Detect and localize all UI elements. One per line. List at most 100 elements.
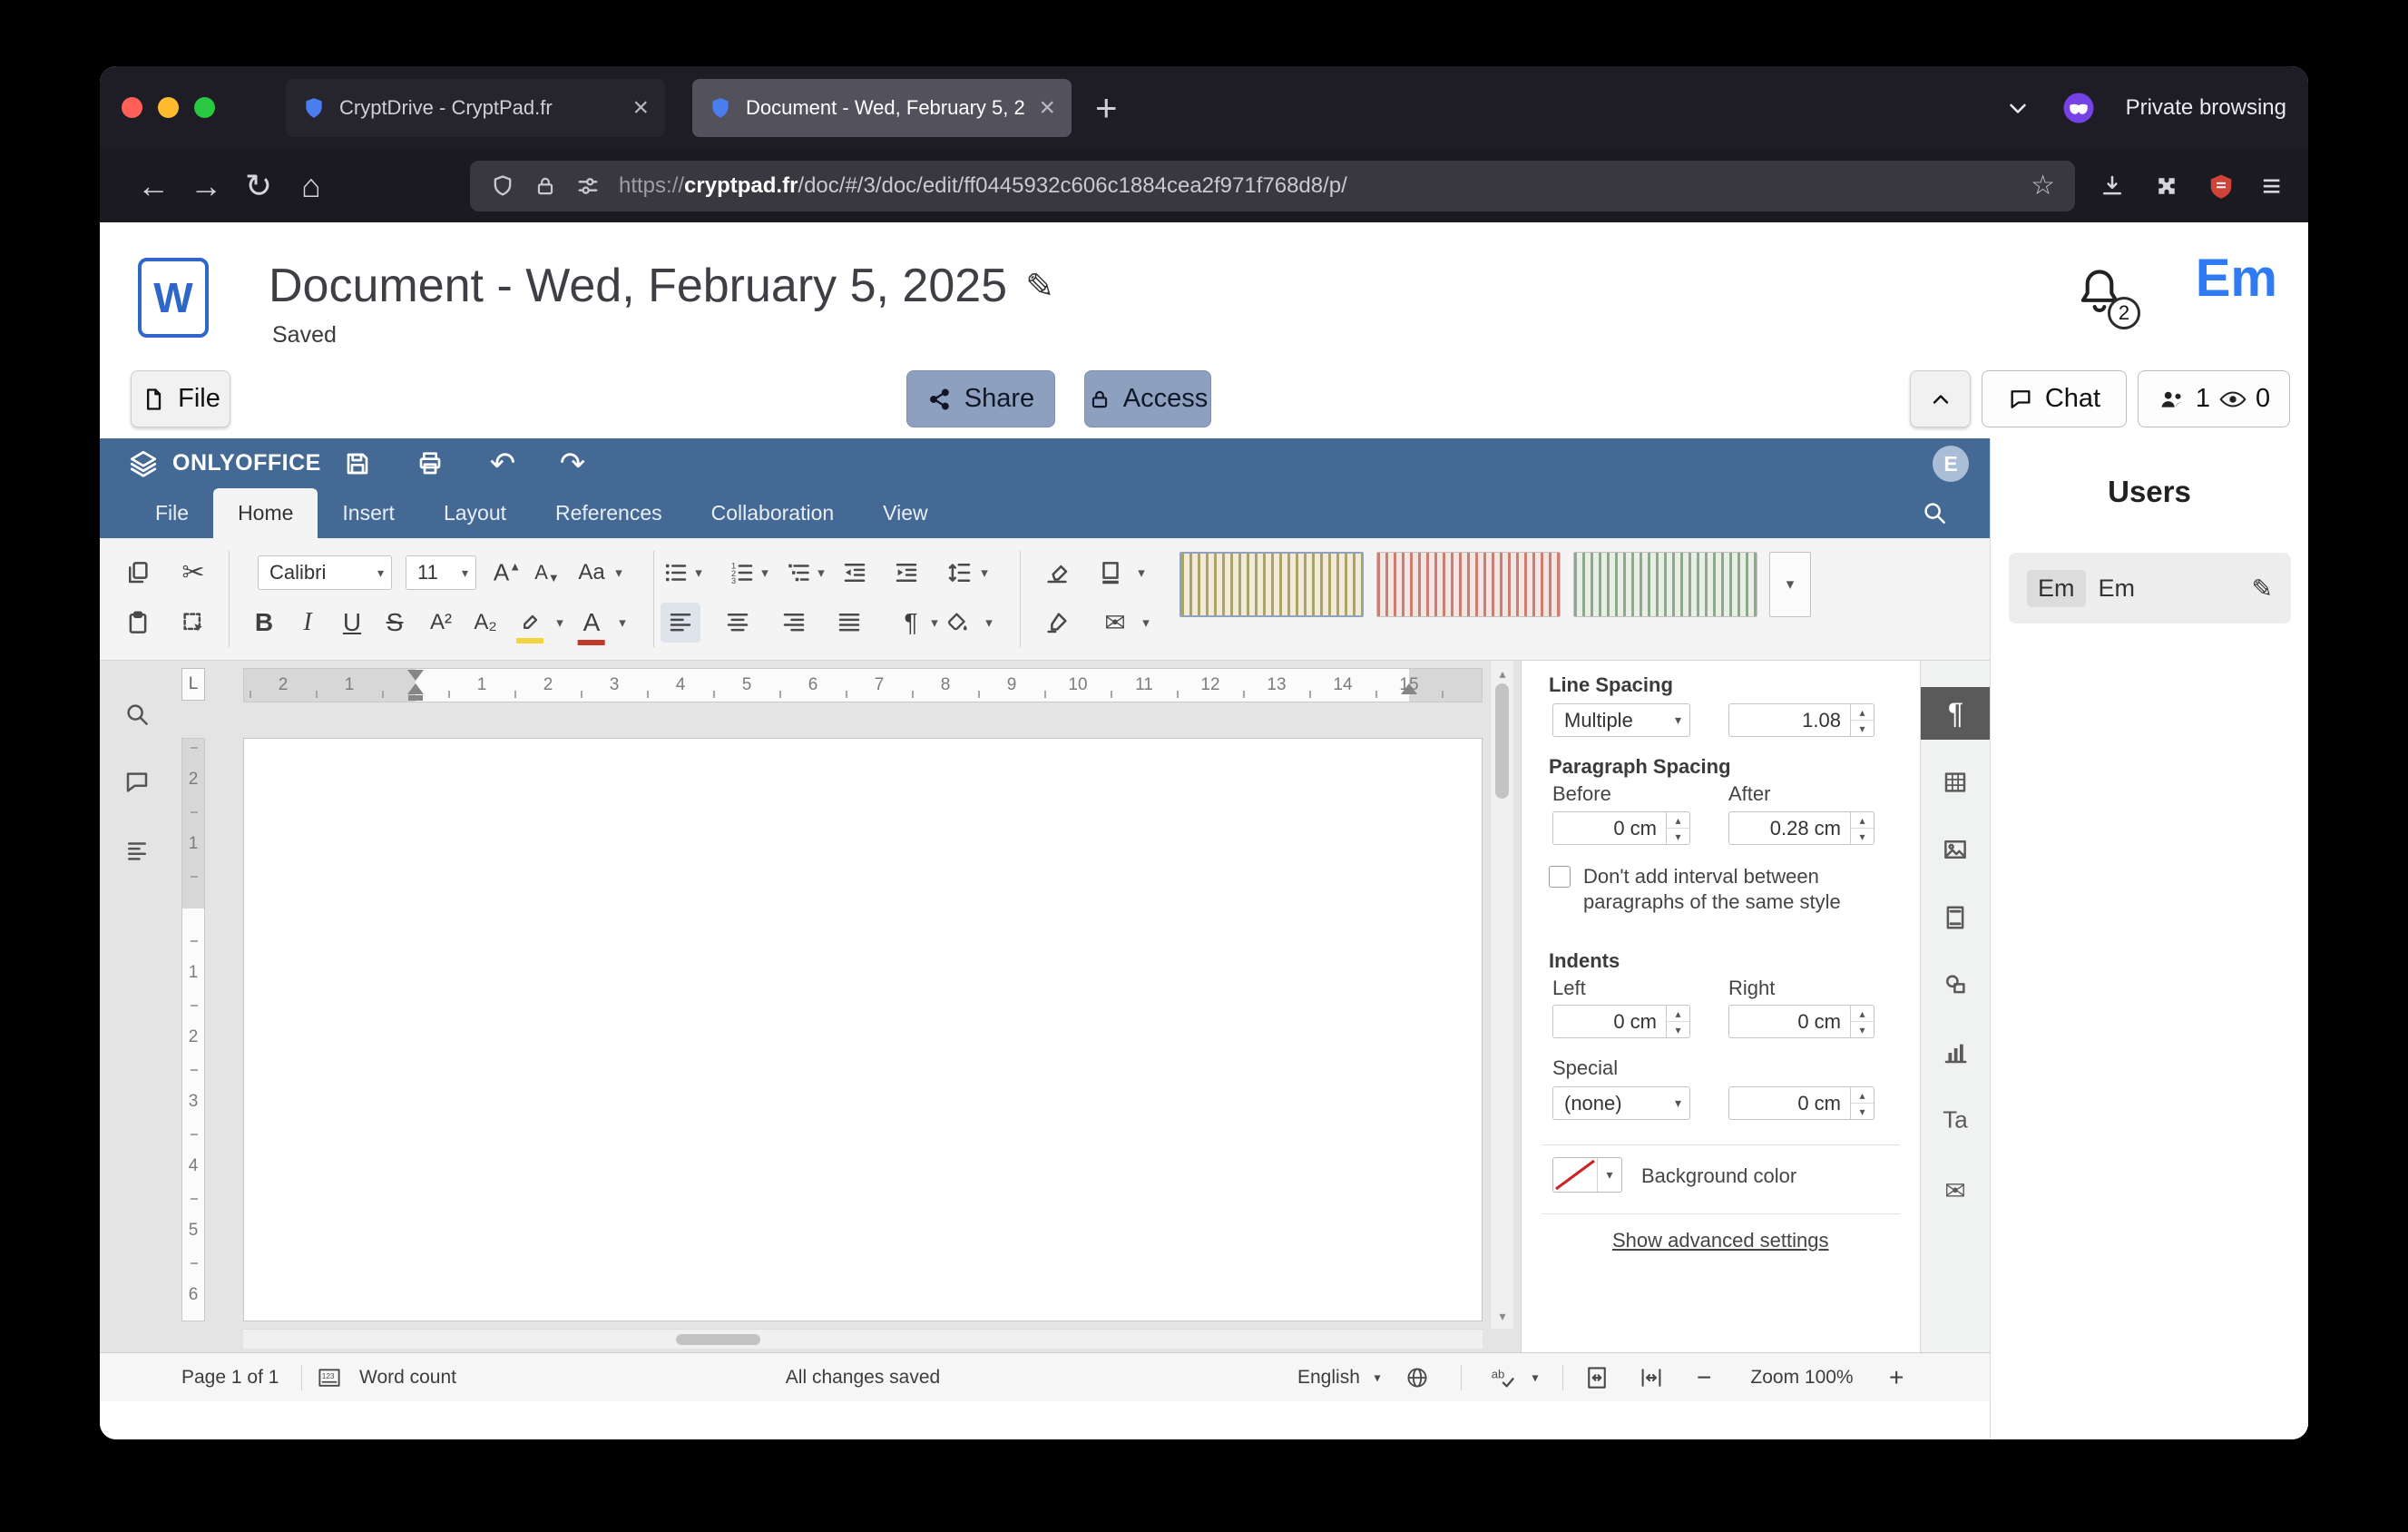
list-all-tabs-chevron-icon[interactable]	[2004, 94, 2031, 122]
scroll-down-icon[interactable]: ▾	[1491, 1305, 1514, 1327]
new-tab-button[interactable]: +	[1095, 89, 1118, 127]
editor-search-icon[interactable]	[1921, 499, 1948, 526]
tracking-protection-shield-icon[interactable]	[490, 173, 515, 199]
word-count-icon[interactable]: 123	[316, 1364, 343, 1391]
file-button[interactable]: File	[131, 370, 230, 427]
spell-check-icon[interactable]: ab	[1488, 1364, 1515, 1391]
paste-icon[interactable]	[124, 609, 152, 636]
hamburger-menu-icon[interactable]: ≡	[2262, 167, 2281, 205]
zoom-out-button[interactable]: −	[1697, 1363, 1711, 1392]
user-list-item[interactable]: Em Em ✎	[2009, 553, 2291, 624]
decrease-indent-icon[interactable]	[841, 559, 868, 586]
tab-close-icon[interactable]: ×	[632, 94, 649, 122]
minimize-window-button[interactable]	[158, 97, 179, 118]
menu-file[interactable]: File	[131, 488, 213, 538]
style-preview-heading[interactable]	[1573, 552, 1757, 617]
vertical-scrollbar[interactable]: ▴ ▾	[1490, 661, 1513, 1329]
first-line-indent-marker[interactable]	[407, 670, 424, 681]
horizontal-scrollbar-thumb[interactable]	[676, 1334, 760, 1345]
tab-document[interactable]: Document - Wed, February 5, 2 ×	[692, 79, 1072, 137]
menu-insert[interactable]: Insert	[318, 488, 419, 538]
bookmark-star-icon[interactable]: ☆	[2031, 170, 2055, 201]
special-amount-input[interactable]: 0 cm▴▾	[1728, 1086, 1875, 1120]
style-preview-no-spacing[interactable]	[1376, 552, 1561, 617]
shading-bucket-icon[interactable]	[945, 610, 970, 635]
vertical-ruler[interactable]: 12123456	[181, 738, 205, 1321]
close-window-button[interactable]	[122, 97, 142, 118]
align-left-button[interactable]	[661, 603, 700, 643]
highlight-color-button[interactable]	[517, 610, 543, 635]
increase-indent-icon[interactable]	[893, 559, 920, 586]
align-center-button[interactable]	[724, 609, 751, 636]
horizontal-ruler[interactable]: 12123456789101112131415	[243, 668, 1483, 702]
ublock-origin-icon[interactable]	[2207, 172, 2235, 200]
header-footer-settings-tab[interactable]	[1942, 904, 1969, 931]
change-case-icon[interactable]: Aa	[578, 560, 604, 585]
comments-icon[interactable]	[123, 769, 151, 796]
account-avatar[interactable]: Em	[2196, 248, 2277, 309]
style-gallery-expand-icon[interactable]: ▾	[1769, 552, 1811, 617]
font-color-button[interactable]: A	[583, 608, 601, 637]
find-icon[interactable]	[123, 701, 151, 728]
bold-button[interactable]: B	[255, 608, 273, 637]
address-bar[interactable]: https://cryptpad.fr/doc/#/3/doc/edit/ff0…	[470, 161, 2075, 211]
permissions-sliders-icon[interactable]	[575, 173, 601, 199]
edit-user-name-icon[interactable]: ✎	[2252, 574, 2273, 604]
decrease-font-icon[interactable]: A▼	[534, 561, 560, 584]
page-color-icon[interactable]	[1097, 559, 1124, 586]
line-spacing-icon[interactable]	[946, 559, 974, 586]
collapse-toolbar-button[interactable]	[1910, 370, 1971, 427]
table-settings-tab[interactable]	[1942, 769, 1969, 796]
font-size-select[interactable]: 11▾	[406, 555, 476, 590]
numbered-list-icon[interactable]: 123	[729, 559, 756, 586]
indent-left-input[interactable]: 0 cm▴▾	[1552, 1005, 1690, 1038]
copy-icon[interactable]	[124, 559, 152, 586]
word-count-label[interactable]: Word count	[359, 1367, 456, 1389]
multilevel-list-icon[interactable]	[785, 559, 812, 586]
mail-merge-envelope-icon[interactable]: ✉	[1104, 608, 1125, 638]
special-select[interactable]: (none)▾	[1552, 1086, 1690, 1120]
italic-button[interactable]: I	[303, 608, 311, 637]
url-text[interactable]: https://cryptpad.fr/doc/#/3/doc/edit/ff0…	[619, 173, 2012, 199]
spell-check-dropdown-icon[interactable]: ▾	[1532, 1370, 1538, 1385]
background-color-picker[interactable]: ▾	[1552, 1157, 1622, 1193]
superscript-button[interactable]: A²	[430, 610, 452, 635]
no-interval-checkbox[interactable]	[1549, 866, 1571, 888]
bullet-list-icon[interactable]	[662, 559, 690, 586]
access-button[interactable]: Access	[1084, 370, 1211, 427]
indent-right-input[interactable]: 0 cm▴▾	[1728, 1005, 1875, 1038]
menu-collaboration[interactable]: Collaboration	[687, 488, 859, 538]
document-page[interactable]	[243, 738, 1483, 1321]
scroll-up-icon[interactable]: ▴	[1491, 663, 1514, 684]
zoom-in-button[interactable]: +	[1889, 1363, 1904, 1392]
print-icon[interactable]	[416, 449, 445, 478]
notifications-bell[interactable]: 2	[2073, 264, 2133, 328]
line-spacing-amount-input[interactable]: 1.08▴▾	[1728, 703, 1875, 737]
strikethrough-button[interactable]: S	[387, 608, 404, 637]
justify-button[interactable]	[836, 609, 863, 636]
tab-close-icon[interactable]: ×	[1039, 94, 1055, 122]
spacing-before-input[interactable]: 0 cm▴▾	[1552, 811, 1690, 845]
left-indent-marker[interactable]	[408, 695, 423, 701]
lock-icon[interactable]	[533, 174, 557, 198]
line-spacing-select[interactable]: Multiple▾	[1552, 703, 1690, 737]
redo-icon[interactable]: ↷	[560, 446, 586, 482]
share-button[interactable]: Share	[906, 370, 1055, 427]
language-selector[interactable]: English	[1297, 1367, 1360, 1389]
text-art-settings-tab[interactable]: Ta	[1943, 1106, 1967, 1134]
select-all-icon[interactable]	[180, 609, 207, 636]
show-advanced-settings-link[interactable]: Show advanced settings	[1612, 1229, 1829, 1252]
downloads-icon[interactable]	[2099, 172, 2126, 200]
copy-style-brush-icon[interactable]	[1043, 609, 1071, 636]
fit-width-icon[interactable]	[1638, 1364, 1665, 1391]
menu-layout[interactable]: Layout	[419, 488, 531, 538]
align-right-button[interactable]	[780, 609, 808, 636]
home-icon[interactable]: ⌂	[285, 167, 338, 205]
style-preview-normal[interactable]	[1180, 552, 1364, 617]
reload-icon[interactable]: ↻	[232, 167, 285, 205]
undo-icon[interactable]: ↶	[490, 446, 516, 482]
horizontal-scrollbar[interactable]	[243, 1329, 1483, 1349]
background-color-dropdown-icon[interactable]: ▾	[1597, 1158, 1621, 1192]
increase-font-icon[interactable]: A▲	[494, 559, 521, 587]
subscript-button[interactable]: A₂	[474, 610, 496, 635]
